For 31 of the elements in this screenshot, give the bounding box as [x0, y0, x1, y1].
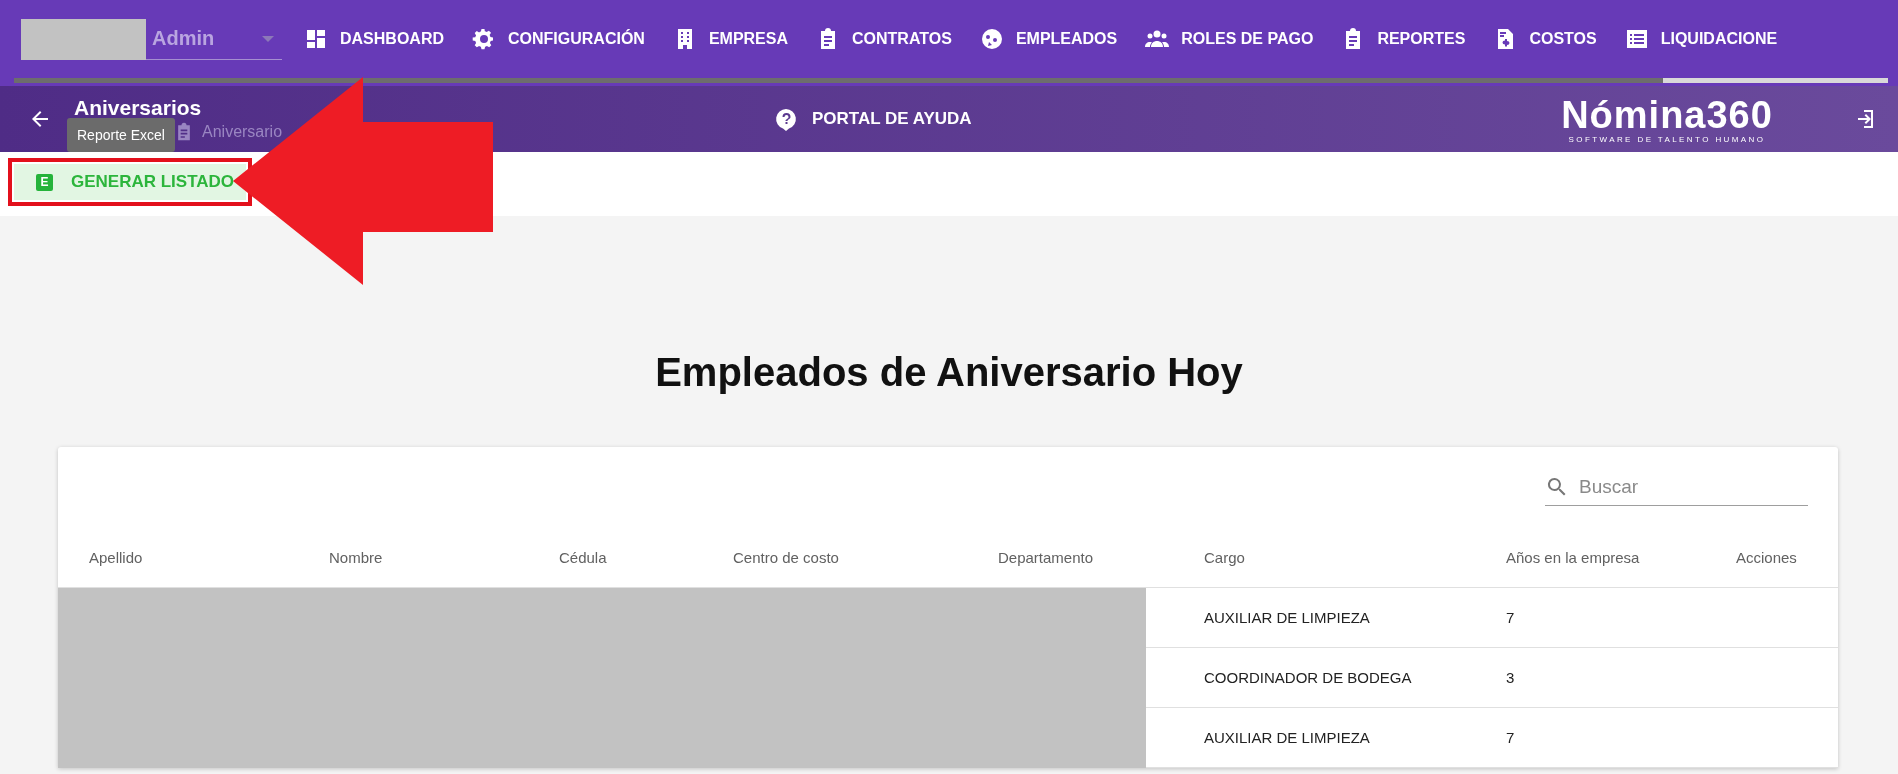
page-title: Empleados de Aniversario Hoy: [655, 350, 1243, 395]
column-header: Acciones: [1736, 528, 1838, 588]
column-header: Cargo: [1146, 528, 1506, 588]
tooltip: Reporte Excel: [67, 118, 175, 152]
page-heading: Aniversarios: [74, 96, 203, 120]
column-header: Años en la empresa: [1506, 528, 1736, 588]
table-cell: AUXILIAR DE LIMPIEZA: [1146, 588, 1506, 648]
nav-tab[interactable]: COSTOS: [1493, 27, 1597, 51]
nav-tab[interactable]: LIQUIDACIONE: [1624, 27, 1778, 51]
help-icon: [774, 107, 798, 131]
nav-tab[interactable]: CONTRATOS: [816, 27, 952, 51]
nav-tab[interactable]: EMPLEADOS: [979, 27, 1118, 51]
table-cell: 7: [1506, 708, 1736, 768]
table-cell: AUXILIAR DE LIMPIEZA: [1146, 708, 1506, 768]
logo-text: Nómina360: [1560, 94, 1774, 135]
table-cell: 3: [1506, 648, 1736, 708]
face-icon: [979, 27, 1004, 51]
nav-tab[interactable]: EMPRESA: [672, 27, 788, 51]
caret-icon: [262, 35, 274, 42]
help-portal-link[interactable]: PORTAL DE AYUDA: [774, 107, 1434, 131]
settings-icon: [472, 27, 496, 51]
logo-tagline: SOFTWARE DE TALENTO HUMANO: [1567, 134, 1767, 144]
nav-tab[interactable]: CONFIGURACIÓN: [472, 27, 645, 51]
table-cell: 7: [1506, 588, 1736, 648]
excel-icon: E: [36, 173, 53, 191]
nav-tab[interactable]: REPORTES: [1341, 27, 1466, 51]
nav-tab[interactable]: DASHBOARD: [304, 27, 444, 51]
table-cell: COORDINADOR DE BODEGA: [1146, 648, 1506, 708]
nav-tab[interactable]: ROLES DE PAGO: [1145, 27, 1314, 51]
dashboard-icon: [304, 27, 328, 51]
list-icon: [1624, 27, 1649, 51]
